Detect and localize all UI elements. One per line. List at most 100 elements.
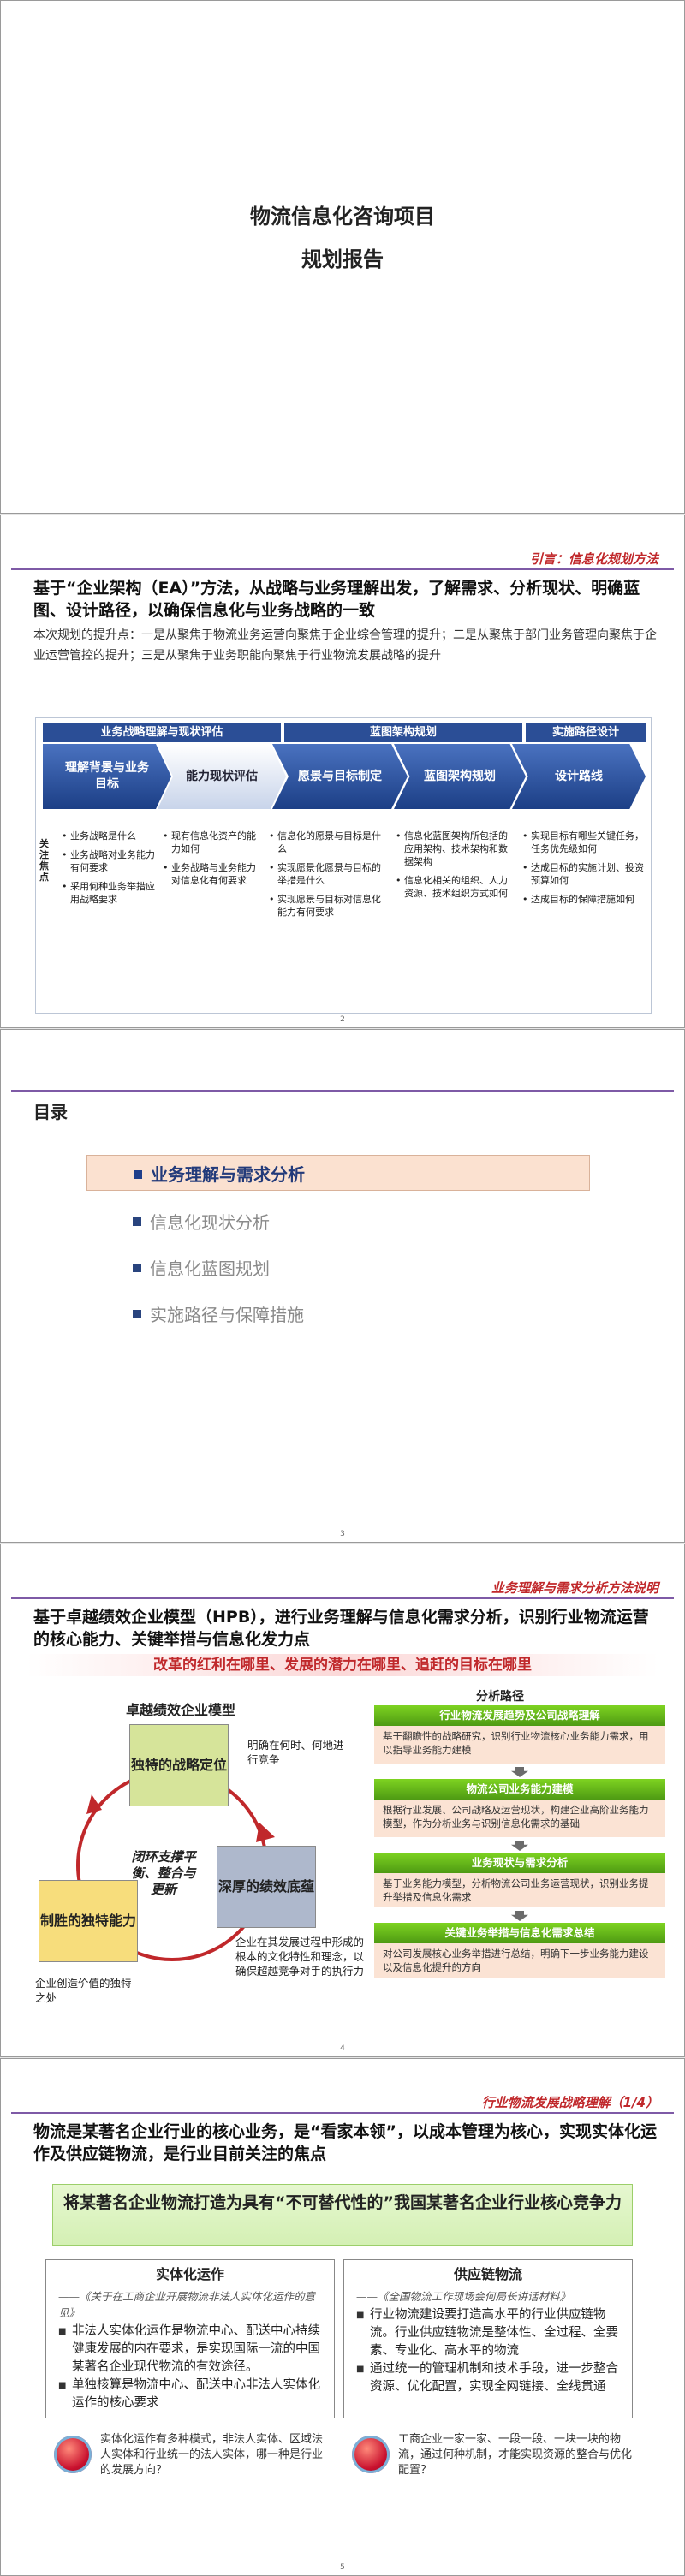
- step-label: 愿景与目标制定: [298, 769, 382, 783]
- column-quote: ——《关于在工商企业开展物流非法人实体化运作的意见》: [58, 2290, 316, 2319]
- path-step-desc: 基于翻瞻性的战略研究，识别行业物流核心业务能力需求，用以指导业务能力建模: [374, 1726, 665, 1764]
- method-diagram: 业务战略理解与现状评估 蓝图架构规划 实施路径设计 理解背景与业务目标 能力现状…: [35, 717, 652, 1014]
- focus-label: 关注焦点: [39, 838, 49, 883]
- slide-toc: 目录 业务理解与需求分析 信息化现状分析 信息化蓝图规划 实施路径与保障措施 3: [0, 1029, 685, 1543]
- arrow-down-icon: [511, 1841, 528, 1851]
- list-item: 通过统一的管理机制和技术手段，进一步整合资源、优化配置，实现全网链接、全线贯通: [356, 2360, 620, 2396]
- path-step-header: 物流公司业务能力建模: [374, 1779, 665, 1800]
- toc-label: 信息化现状分析: [150, 1211, 270, 1233]
- box-label: 独特的战略定位: [130, 1757, 227, 1773]
- list-item: 现有信息化资产的能力如何: [163, 830, 259, 855]
- column-list: 非法人实体化运作是物流中心、配送中心持续健康发展的内在要求，是实现国际一流的中国…: [58, 2323, 322, 2412]
- question-globe-icon: [352, 2436, 390, 2473]
- step-label: 蓝图架构规划: [424, 769, 496, 783]
- cover-title-line1: 物流信息化咨询项目: [250, 205, 435, 229]
- bullet-square-icon: [134, 1170, 142, 1179]
- box-performance: 深厚的绩效底蕴: [217, 1846, 316, 1928]
- cover-title-line2: 规划报告: [301, 247, 384, 271]
- toc-label: 实施路径与保障措施: [150, 1304, 304, 1325]
- toc-label: 业务理解与需求分析: [151, 1163, 305, 1185]
- toc-item-3[interactable]: 信息化蓝图规划: [86, 1249, 590, 1285]
- toc-item-2[interactable]: 信息化现状分析: [86, 1203, 590, 1239]
- step-chevron: 设计路线: [512, 744, 646, 809]
- bullet-square-icon: [133, 1264, 141, 1272]
- list-item: 单独核算是物流中心、配送中心非法人实体化运作的核心要求: [58, 2377, 322, 2412]
- toc-heading: 目录: [33, 1102, 68, 1122]
- phase-header: 蓝图架构规划: [284, 723, 522, 742]
- page-number: 2: [340, 1015, 345, 1024]
- path-step-header: 业务现状与需求分析: [374, 1853, 665, 1873]
- step-label: 能力现状评估: [186, 769, 258, 783]
- list-item: 业务战略与业务能力对信息化有何要求: [163, 861, 259, 887]
- cycle-center-text: 闭环支撑平衡、整合与更新: [131, 1849, 196, 1897]
- list-item: 实现目标有哪些关键任务，任务优先级如何: [522, 830, 647, 855]
- focus-list: 实现目标有哪些关键任务，任务优先级如何 达成目标的实施计划、投资预算如何 达成目…: [522, 830, 647, 912]
- box-label: 深厚的绩效底蕴: [217, 1878, 314, 1895]
- step-label: 理解背景与业务目标: [65, 761, 149, 791]
- column-supply-chain: 供应链物流 ——《全国物流工作现场会何局长讲话材料》 行业物流建设要打造高水平的…: [343, 2259, 633, 2418]
- column-list: 行业物流建设要打造高水平的行业供应链物流。行业供应链物流是整体性、全过程、全要素…: [356, 2306, 620, 2396]
- note-capability: 企业创造价值的独特之处: [35, 1977, 132, 2004]
- list-item: 信息化蓝图架构所包括的应用架构、技术架构和数据架构: [396, 830, 515, 868]
- slide-tag: 引言：信息化规划方法: [529, 551, 658, 567]
- box-label: 制胜的独特能力: [39, 1913, 136, 1929]
- focus-list: 信息化的愿景与目标是什么 实现愿景化愿景与目标的举措是什么 实现愿景与目标对信息…: [269, 830, 389, 925]
- arrow-down-icon: [511, 1911, 528, 1921]
- slide-title: 物流是某著名企业行业的核心业务，是“看家本领”，以成本管理为核心，实现实体化运作…: [33, 2122, 657, 2163]
- slide-strategy: 行业物流发展战略理解（1/4） 物流是某著名企业行业的核心业务，是“看家本领”，…: [0, 2058, 685, 2576]
- slide-title: 基于卓越绩效企业模型（HPB），进行业务理解与信息化需求分析，识别行业物流运营的…: [33, 1608, 649, 1649]
- page-number: 3: [340, 1530, 345, 1538]
- slide-tag: 业务理解与需求分析方法说明: [491, 1580, 658, 1596]
- bullet-square-icon: [133, 1217, 141, 1226]
- path-step-desc: 对公司发展核心业务举措进行总结，明确下一步业务能力建设以及信息化提升的方向: [374, 1943, 665, 1978]
- slide-cover: 物流信息化咨询项目 规划报告: [0, 0, 685, 514]
- path-title: 分析路径: [476, 1690, 524, 1704]
- path-step-header: 关键业务举措与信息化需求总结: [374, 1923, 665, 1943]
- step-label: 设计路线: [555, 769, 603, 783]
- intro-text: 本次规划的提升点：一是从聚焦于物流业务运营向聚焦于企业综合管理的提升；二是从聚焦…: [33, 628, 657, 663]
- divider: [11, 568, 674, 570]
- note-performance: 企业在其发展过程中形成的根本的文化特性和理念，以确保超越竞争对手的执行力: [235, 1936, 365, 1978]
- step-chevron: 能力现状评估: [158, 744, 286, 809]
- toc-item-1[interactable]: 业务理解与需求分析: [86, 1155, 590, 1191]
- slide-tag: 行业物流发展战略理解（1/4）: [481, 2095, 658, 2110]
- box-strategy: 独特的战略定位: [129, 1724, 229, 1806]
- path-step-desc: 根据行业发展、公司战略及运营现状，构建企业高阶业务能力模型，作为分析业务与识别信…: [374, 1800, 665, 1837]
- path-step-header: 行业物流发展趋势及公司战略理解: [374, 1705, 665, 1726]
- bullet-square-icon: [133, 1310, 141, 1318]
- slide-title: 基于“企业架构（EA）”方法，从战略与业务理解出发，了解需求、分析现状、明确蓝图…: [33, 579, 640, 620]
- list-item: 采用何种业务举措应用战略要求: [62, 880, 156, 906]
- page-number: 5: [340, 2563, 345, 2572]
- list-item: 业务战略对业务能力有何要求: [62, 848, 156, 874]
- toc-label: 信息化蓝图规划: [150, 1258, 270, 1279]
- toc-item-4[interactable]: 实施路径与保障措施: [86, 1295, 590, 1331]
- list-item: 达成目标的保障措施如何: [522, 893, 647, 906]
- banner-text: 改革的红利在哪里、发展的潜力在哪里、追赶的目标在哪里: [27, 1654, 658, 1676]
- step-chevron: 理解背景与业务目标: [43, 744, 171, 809]
- step-chevron: 愿景与目标制定: [272, 744, 408, 809]
- list-item: 信息化相关的组织、人力资源、技术组织方式如何: [396, 874, 515, 900]
- box-capability: 制胜的独特能力: [39, 1880, 138, 1962]
- path-step-desc: 基于业务能力模型，分析物流公司业务运营现状，识别业务提升举措及信息化需求: [374, 1873, 665, 1907]
- focus-list: 业务战略是什么 业务战略对业务能力有何要求 采用何种业务举措应用战略要求: [62, 830, 156, 912]
- model-title: 卓越绩效企业模型: [126, 1702, 236, 1718]
- list-item: 非法人实体化运作是物流中心、配送中心持续健康发展的内在要求，是实现国际一流的中国…: [58, 2323, 322, 2377]
- list-item: 实现愿景化愿景与目标的举措是什么: [269, 861, 389, 887]
- focus-list: 现有信息化资产的能力如何 业务战略与业务能力对信息化有何要求: [163, 830, 259, 893]
- arrow-down-icon: [511, 1767, 528, 1777]
- divider: [11, 2112, 674, 2114]
- column-heading: 供应链物流: [453, 2266, 522, 2282]
- column-heading: 实体化运作: [155, 2266, 224, 2282]
- question-left: 实体化运作有多种模式，非法人实体、区域法人实体和行业统一的法人实体，哪一种是行业…: [100, 2433, 324, 2477]
- list-item: 业务战略是什么: [62, 830, 156, 842]
- divider: [11, 1597, 674, 1599]
- column-entity: 实体化运作 ——《关于在工商企业开展物流非法人实体化运作的意见》 非法人实体化运…: [45, 2259, 335, 2418]
- list-item: 信息化的愿景与目标是什么: [269, 830, 389, 855]
- divider: [11, 1090, 674, 1092]
- banner-text: 将某著名企业物流打造为具有“不可替代性的”我国某著名企业行业核心竞争力: [52, 2184, 633, 2246]
- column-quote: ——《全国物流工作现场会何局长讲话材料》: [356, 2290, 571, 2303]
- list-item: 行业物流建设要打造高水平的行业供应链物流。行业供应链物流是整体性、全过程、全要素…: [356, 2306, 620, 2360]
- page-number: 4: [340, 2044, 345, 2053]
- focus-list: 信息化蓝图架构所包括的应用架构、技术架构和数据架构 信息化相关的组织、人力资源、…: [396, 830, 515, 906]
- list-item: 达成目标的实施计划、投资预算如何: [522, 861, 647, 887]
